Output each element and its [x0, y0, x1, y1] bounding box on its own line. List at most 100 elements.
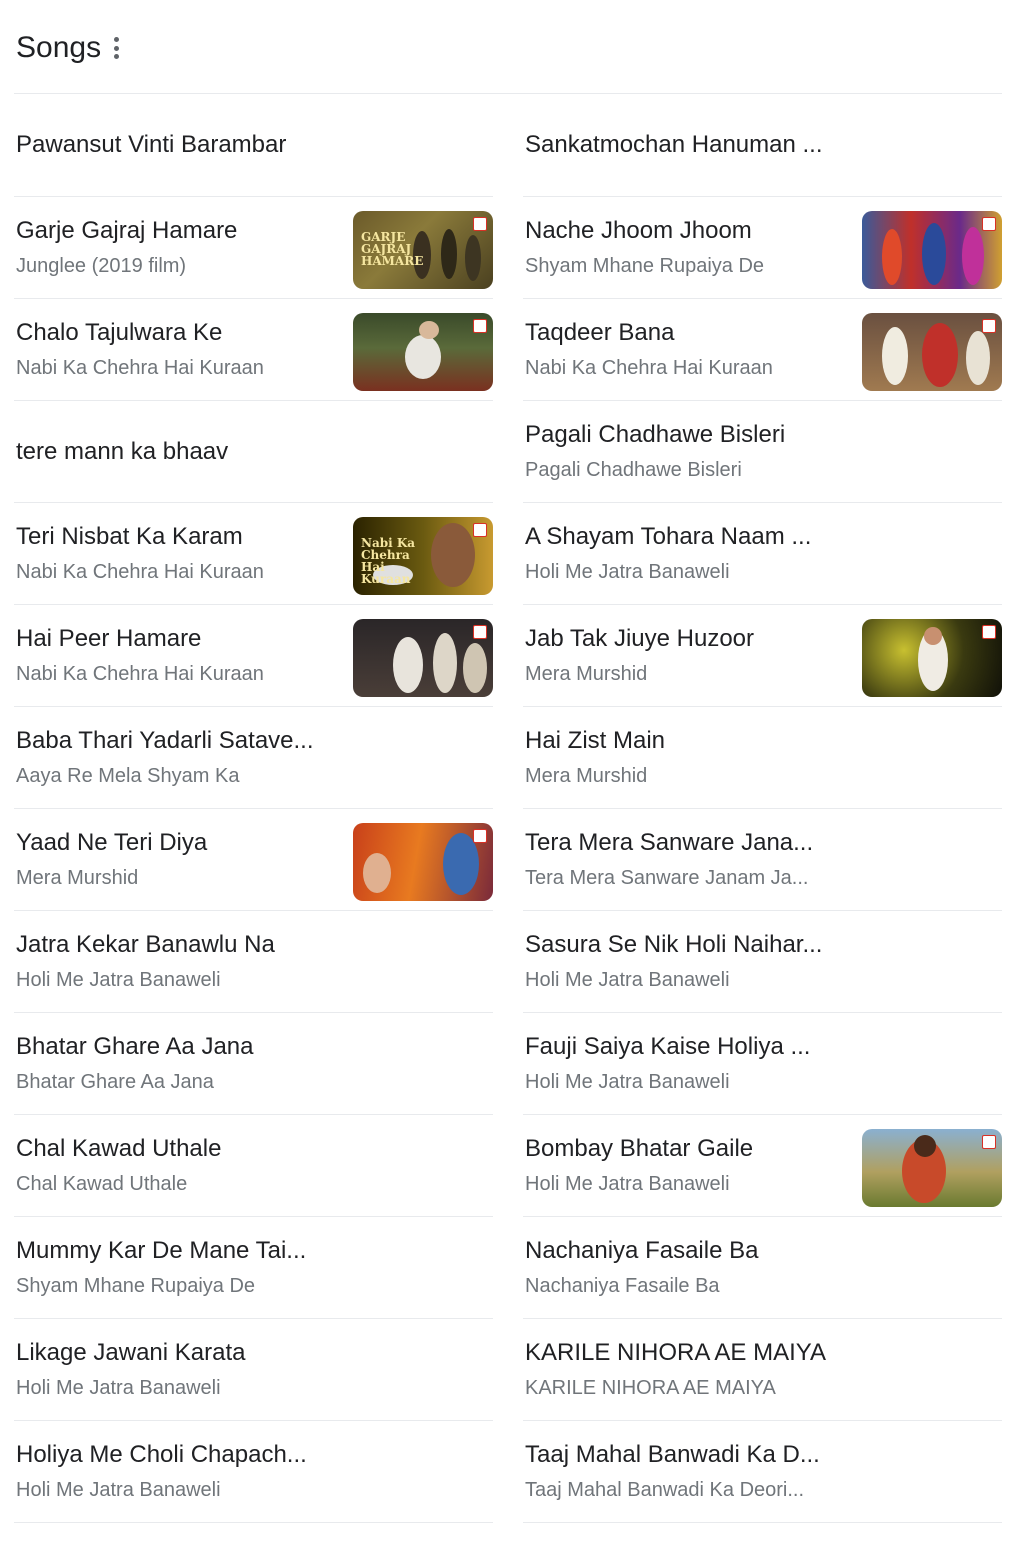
- song-title: KARILE NIHORA AE MAIYA: [525, 1338, 826, 1366]
- song-text: Mummy Kar De Mane Tai... Shyam Mhane Rupa…: [16, 1217, 346, 1318]
- song-title: Hai Peer Hamare: [16, 624, 202, 652]
- thumbnail-figure: [914, 1135, 936, 1157]
- song-album: Holi Me Jatra Banaweli: [16, 968, 221, 991]
- song-text: Jab Tak Jiuye Huzoor Mera Murshid: [525, 605, 855, 706]
- song-title: Holiya Me Choli Chapach...: [16, 1440, 307, 1468]
- song-album: Tera Mera Sanware Janam Ja...: [525, 866, 809, 889]
- song-item[interactable]: Chalo Tajulwara Ke Nabi Ka Chehra Hai Kur…: [14, 299, 493, 401]
- song-item[interactable]: Nachaniya Fasaile Ba Nachaniya Fasaile Ba: [523, 1217, 1002, 1319]
- song-title: Tera Mera Sanware Jana...: [525, 828, 814, 856]
- song-album: Nabi Ka Chehra Hai Kuraan: [16, 662, 264, 685]
- garje-gajraj-hamare-thumbnail[interactable]: GARJE GAJRAJ HAMARE: [353, 211, 493, 289]
- song-album: Mera Murshid: [525, 764, 648, 787]
- taqdeer-bana-thumbnail[interactable]: [862, 313, 1002, 391]
- song-text: A Shayam Tohara Naam ... Holi Me Jatra Ba…: [525, 503, 855, 604]
- songs-column-left: Pawansut Vinti Barambar Garje Gajraj Hama…: [14, 94, 493, 1523]
- song-item[interactable]: Teri Nisbat Ka Karam Nabi Ka Chehra Hai K…: [14, 503, 493, 605]
- song-album: Holi Me Jatra Banaweli: [16, 1478, 221, 1501]
- song-item[interactable]: Taqdeer Bana Nabi Ka Chehra Hai Kuraan: [523, 299, 1002, 401]
- teri-nisbat-ka-karam-thumbnail[interactable]: Nabi Ka Chehra Hai Kuraan: [353, 517, 493, 595]
- song-item[interactable]: Nache Jhoom Jhoom Shyam Mhane Rupaiya De: [523, 197, 1002, 299]
- song-item[interactable]: Yaad Ne Teri Diya Mera Murshid: [14, 809, 493, 911]
- song-title: Jatra Kekar Banawlu Na: [16, 930, 275, 958]
- song-album: Bhatar Ghare Aa Jana: [16, 1070, 214, 1093]
- song-item[interactable]: tere mann ka bhaav: [14, 401, 493, 503]
- song-item[interactable]: A Shayam Tohara Naam ... Holi Me Jatra Ba…: [523, 503, 1002, 605]
- songs-header: Songs: [16, 26, 121, 70]
- song-album: Holi Me Jatra Banaweli: [525, 1172, 730, 1195]
- song-title: Yaad Ne Teri Diya: [16, 828, 208, 856]
- song-text: Sasura Se Nik Holi Naihar... Holi Me Jatr…: [525, 911, 855, 1012]
- song-text: Sankatmochan Hanuman ...: [525, 94, 855, 196]
- song-item[interactable]: Fauji Saiya Kaise Holiya ... Holi Me Jatr…: [523, 1013, 1002, 1115]
- song-album: Aaya Re Mela Shyam Ka: [16, 764, 240, 787]
- thumbnail-figure: [465, 235, 481, 281]
- song-album: Nabi Ka Chehra Hai Kuraan: [16, 560, 264, 583]
- song-item[interactable]: Garje Gajraj Hamare Junglee (2019 film) GA…: [14, 197, 493, 299]
- song-item[interactable]: Jab Tak Jiuye Huzoor Mera Murshid: [523, 605, 1002, 707]
- song-text: Baba Thari Yadarli Satave... Aaya Re Mela…: [16, 707, 346, 808]
- video-badge-icon: [473, 319, 487, 333]
- song-item[interactable]: Tera Mera Sanware Jana... Tera Mera Sanwa…: [523, 809, 1002, 911]
- song-item[interactable]: Taaj Mahal Banwadi Ka D... Taaj Mahal Ban…: [523, 1421, 1002, 1523]
- song-text: Pagali Chadhawe Bisleri Pagali Chadhawe B…: [525, 401, 855, 502]
- video-badge-icon: [473, 217, 487, 231]
- thumbnail-figure: [441, 229, 457, 279]
- song-item[interactable]: Sankatmochan Hanuman ...: [523, 94, 1002, 197]
- song-text: Holiya Me Choli Chapach... Holi Me Jatra …: [16, 1421, 346, 1522]
- chalo-tajulwara-ke-thumbnail[interactable]: [353, 313, 493, 391]
- song-item[interactable]: Pagali Chadhawe Bisleri Pagali Chadhawe B…: [523, 401, 1002, 503]
- song-item[interactable]: Bombay Bhatar Gaile Holi Me Jatra Banawel…: [523, 1115, 1002, 1217]
- thumbnail-caption: Nabi Ka Chehra Hai Kuraan: [361, 536, 416, 586]
- thumbnail-figure: [363, 853, 391, 893]
- song-item[interactable]: Likage Jawani Karata Holi Me Jatra Banawe…: [14, 1319, 493, 1421]
- song-title: tere mann ka bhaav: [16, 437, 229, 465]
- thumbnail-figure: [924, 627, 942, 645]
- song-title: A Shayam Tohara Naam ...: [525, 522, 812, 550]
- video-badge-icon: [982, 1135, 996, 1149]
- song-title: Jab Tak Jiuye Huzoor: [525, 624, 755, 652]
- song-text: Nachaniya Fasaile Ba Nachaniya Fasaile Ba: [525, 1217, 855, 1318]
- song-item[interactable]: Bhatar Ghare Aa Jana Bhatar Ghare Aa Jana: [14, 1013, 493, 1115]
- song-item[interactable]: Pawansut Vinti Barambar: [14, 94, 493, 197]
- thumbnail-figure: [463, 643, 487, 693]
- thumbnail-figure: [962, 227, 984, 285]
- song-text: Tera Mera Sanware Jana... Tera Mera Sanwa…: [525, 809, 855, 910]
- song-item[interactable]: Sasura Se Nik Holi Naihar... Holi Me Jatr…: [523, 911, 1002, 1013]
- song-text: Pawansut Vinti Barambar: [16, 94, 346, 196]
- song-title: Hai Zist Main: [525, 726, 666, 754]
- song-text: Jatra Kekar Banawlu Na Holi Me Jatra Bana…: [16, 911, 346, 1012]
- song-item[interactable]: Mummy Kar De Mane Tai... Shyam Mhane Rupa…: [14, 1217, 493, 1319]
- bombay-bhatar-gaile-thumbnail[interactable]: [862, 1129, 1002, 1207]
- song-title: Bhatar Ghare Aa Jana: [16, 1032, 254, 1060]
- song-item[interactable]: Hai Peer Hamare Nabi Ka Chehra Hai Kuraan: [14, 605, 493, 707]
- jab-tak-jiuye-huzoor-thumbnail[interactable]: [862, 619, 1002, 697]
- song-title: Teri Nisbat Ka Karam: [16, 522, 243, 550]
- song-album: Nachaniya Fasaile Ba: [525, 1274, 720, 1297]
- songs-column-right: Sankatmochan Hanuman ... Nache Jhoom Jhoo…: [523, 94, 1002, 1523]
- video-badge-icon: [982, 625, 996, 639]
- song-title: Pawansut Vinti Barambar: [16, 131, 287, 158]
- song-album: Holi Me Jatra Banaweli: [16, 1376, 221, 1399]
- song-item[interactable]: Holiya Me Choli Chapach... Holi Me Jatra …: [14, 1421, 493, 1523]
- song-item[interactable]: Chal Kawad Uthale Chal Kawad Uthale: [14, 1115, 493, 1217]
- song-text: Hai Peer Hamare Nabi Ka Chehra Hai Kuraan: [16, 605, 346, 706]
- song-item[interactable]: Baba Thari Yadarli Satave... Aaya Re Mela…: [14, 707, 493, 809]
- song-item[interactable]: Hai Zist Main Mera Murshid: [523, 707, 1002, 809]
- song-item[interactable]: Jatra Kekar Banawlu Na Holi Me Jatra Bana…: [14, 911, 493, 1013]
- nache-jhoom-jhoom-thumbnail[interactable]: [862, 211, 1002, 289]
- thumbnail-figure: [882, 229, 902, 285]
- more-vert-icon[interactable]: [111, 37, 121, 59]
- song-text: Bombay Bhatar Gaile Holi Me Jatra Banawel…: [525, 1115, 855, 1216]
- song-title: Nachaniya Fasaile Ba: [525, 1236, 759, 1264]
- video-badge-icon: [473, 829, 487, 843]
- song-text: Likage Jawani Karata Holi Me Jatra Banawe…: [16, 1319, 346, 1420]
- thumbnail-figure: [433, 633, 457, 693]
- song-text: Teri Nisbat Ka Karam Nabi Ka Chehra Hai K…: [16, 503, 346, 604]
- hai-peer-hamare-thumbnail[interactable]: [353, 619, 493, 697]
- thumbnail-figure: [405, 335, 441, 379]
- song-title: Chal Kawad Uthale: [16, 1134, 222, 1162]
- song-item[interactable]: KARILE NIHORA AE MAIYA KARILE NIHORA AE M…: [523, 1319, 1002, 1421]
- yaad-ne-teri-diya-thumbnail[interactable]: [353, 823, 493, 901]
- song-title: Nache Jhoom Jhoom: [525, 216, 752, 244]
